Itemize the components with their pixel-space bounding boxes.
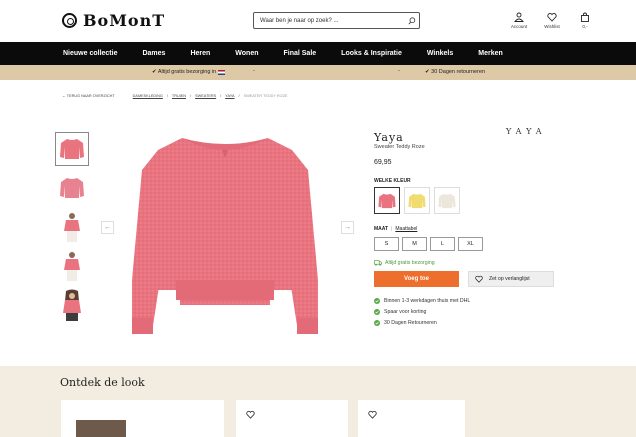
thumbnail[interactable] — [55, 249, 89, 283]
thumbnail[interactable] — [55, 288, 89, 322]
usp-item: Binnen 1-3 werkdagen thuis met DHL — [374, 295, 470, 306]
look-card-image — [76, 420, 126, 437]
size-option-xl[interactable]: XL — [458, 237, 483, 251]
logo-text: BoMonT — [83, 10, 166, 30]
free-shipping-text: Altijd gratis bezorging — [385, 260, 435, 266]
nav-item-merken[interactable]: Merken — [478, 50, 503, 57]
check-icon — [374, 297, 380, 304]
heart-icon[interactable] — [368, 410, 377, 419]
nav-item-heren[interactable]: Heren — [190, 50, 210, 57]
color-swatch-pink[interactable] — [374, 187, 400, 214]
thumbnail[interactable] — [55, 132, 89, 166]
size-separator: | — [391, 226, 393, 232]
nav-item-winkels[interactable]: Winkels — [427, 50, 453, 57]
wishlist-button-label: Zet op verlanglijst — [489, 276, 530, 282]
search-placeholder: Waar ben je naar op zoek? ... — [260, 17, 339, 24]
free-shipping-note: Altijd gratis bezorging — [374, 260, 435, 266]
breadcrumb-item[interactable]: TRUIEN — [172, 94, 186, 98]
cart-total: 0,- — [582, 24, 588, 29]
usp-text: 30 Dagen Retourneren — [384, 319, 437, 326]
product-price: 69,95 — [374, 159, 392, 166]
breadcrumb-item[interactable]: YAYA — [225, 94, 234, 98]
gallery-prev-button[interactable]: ← — [101, 221, 114, 234]
check-icon — [374, 319, 380, 326]
cart-button[interactable]: 0,- — [573, 12, 597, 29]
add-to-cart-button[interactable]: Voeg toe — [374, 271, 459, 287]
size-table-link[interactable]: Maattabel — [395, 226, 417, 232]
breadcrumb-item[interactable]: SWEATERS — [195, 94, 216, 98]
thumbnail[interactable] — [55, 210, 89, 244]
color-swatch-yellow[interactable] — [404, 187, 430, 214]
usp-item: 30 Dagen Retourneren — [374, 317, 470, 328]
size-option-l[interactable]: L — [430, 237, 455, 251]
size-options: S M L XL — [374, 237, 483, 251]
usp-free-shipping: ✔ Altijd gratis bezorging in — [152, 69, 226, 75]
logo-icon — [62, 12, 77, 28]
usp-bar: ✔ Altijd gratis bezorging in - - ✔ 30 Da… — [0, 65, 636, 80]
nav-item-looks[interactable]: Looks & Inspiratie — [341, 50, 402, 57]
discover-look-section: Ontdek de look — [0, 366, 636, 437]
wishlist-label: Wishlist — [544, 24, 560, 29]
look-card[interactable] — [61, 400, 224, 437]
thumbnail[interactable] — [55, 171, 89, 205]
usp-separator: - — [398, 68, 400, 74]
check-icon — [374, 308, 380, 315]
wishlist-button[interactable]: Wishlist — [540, 12, 564, 29]
back-to-overview-link[interactable]: ← TERUG NAAR OVERZICHT — [62, 94, 115, 98]
brand-logo[interactable]: YAYA — [506, 127, 547, 136]
breadcrumb-item[interactable]: DAMESKLEDING — [133, 94, 163, 98]
main-nav: Nieuwe collectie Dames Heren Wonen Final… — [0, 42, 636, 65]
gallery-next-button[interactable]: → — [341, 221, 354, 234]
size-option-s[interactable]: S — [374, 237, 399, 251]
account-label: Account — [510, 24, 528, 29]
heart-icon[interactable] — [246, 410, 255, 419]
dutch-flag-icon — [218, 69, 226, 75]
heart-icon — [547, 13, 557, 22]
truck-icon — [374, 260, 382, 266]
site-logo[interactable]: BoMonT — [62, 10, 165, 30]
color-label: WELKE KLEUR — [374, 178, 411, 184]
usp-text: Spaar voor korting — [384, 308, 427, 315]
color-swatch-cream[interactable] — [434, 187, 460, 214]
search-input[interactable]: Waar ben je naar op zoek? ... — [253, 12, 420, 29]
site-header: BoMonT Waar ben je naar op zoek? ... Acc… — [0, 0, 636, 42]
color-swatches — [374, 187, 460, 214]
nav-item-nieuwe-collectie[interactable]: Nieuwe collectie — [63, 50, 117, 57]
account-button[interactable]: Account — [507, 12, 531, 29]
usp-item: Spaar voor korting — [374, 306, 470, 317]
thumbnail-list — [55, 132, 90, 327]
search-icon[interactable] — [405, 14, 419, 28]
size-option-m[interactable]: M — [402, 237, 427, 251]
section-title: Ontdek de look — [60, 376, 145, 389]
usp-returns: ✔ 30 Dagen retourneren — [425, 69, 485, 75]
breadcrumb: ← TERUG NAAR OVERZICHT DAMESKLEDING / TRU… — [62, 94, 288, 98]
heart-icon — [475, 275, 483, 283]
breadcrumb-current: SWEATER TEDDY ROZE — [243, 94, 288, 98]
user-icon — [514, 12, 524, 22]
nav-item-final-sale[interactable]: Final Sale — [283, 50, 316, 57]
usp-free-shipping-text: ✔ Altijd gratis bezorging in — [152, 69, 217, 75]
look-card[interactable] — [358, 400, 465, 437]
product-brand-title: Yaya — [374, 131, 404, 144]
usp-text: Binnen 1-3 werkdagen thuis met DHL — [384, 297, 471, 304]
nav-item-dames[interactable]: Dames — [142, 50, 165, 57]
product-main-image[interactable] — [120, 130, 330, 345]
size-label-row: MAAT | Maattabel — [374, 226, 417, 232]
look-card[interactable] — [236, 400, 348, 437]
product-usps: Binnen 1-3 werkdagen thuis met DHL Spaar… — [374, 295, 470, 328]
product-name: Sweater Teddy Roze — [374, 144, 425, 150]
nav-item-wonen[interactable]: Wonen — [235, 50, 258, 57]
size-label: MAAT — [374, 226, 389, 232]
usp-separator: - — [253, 68, 255, 74]
add-to-wishlist-button[interactable]: Zet op verlanglijst — [468, 271, 554, 287]
bag-icon — [581, 12, 589, 22]
